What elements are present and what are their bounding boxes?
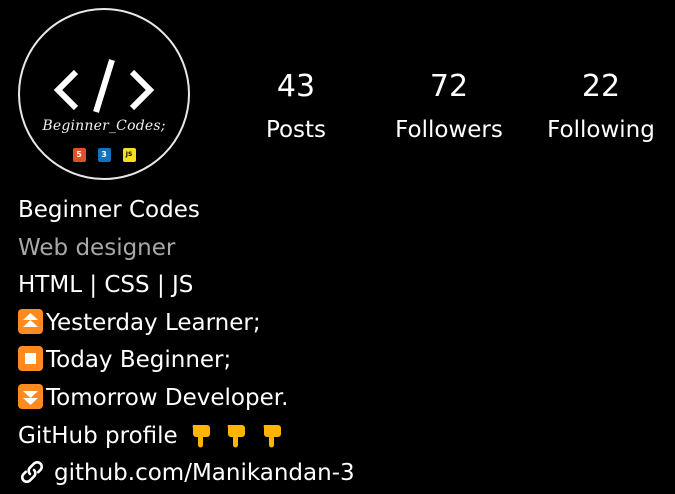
stop-icon <box>18 346 43 372</box>
profile-link-text: github.com/Manikandan-3 <box>54 460 355 487</box>
profile-bio: Beginner Codes Web designer HTML | CSS |… <box>18 192 355 493</box>
profile-name: Beginner Codes <box>18 197 200 223</box>
bio-line-today-text: Today Beginner; <box>46 347 232 374</box>
following-label: Following <box>547 117 655 143</box>
up-double-arrow-icon <box>18 308 43 334</box>
following-count: 22 <box>581 69 621 104</box>
profile-link[interactable]: github.com/Manikandan-3 <box>18 455 355 493</box>
link-icon <box>20 461 44 484</box>
posts-label: Posts <box>265 117 327 143</box>
down-double-arrow-icon <box>18 383 43 409</box>
pointing-down-hand-icon <box>227 424 246 448</box>
stat-followers[interactable]: 72 Followers <box>374 64 524 150</box>
bio-line-github: GitHub profile <box>18 418 355 456</box>
bio-line-tech: HTML | CSS | JS <box>18 272 194 299</box>
bio-line-yesterday-text: Yesterday Learner; <box>46 309 261 336</box>
profile-category: Web designer <box>18 234 176 261</box>
posts-count: 43 <box>276 69 316 104</box>
avatar-logo-text: Beginner_Codes; <box>42 118 166 134</box>
stat-following[interactable]: 22 Following <box>526 64 675 150</box>
tech-badges: 5 3 JS <box>20 148 188 162</box>
bio-line-tomorrow: Tomorrow Developer. <box>18 380 355 418</box>
followers-count: 72 <box>429 69 469 104</box>
pointing-down-hand-icon <box>263 424 281 448</box>
bio-line-github-text: GitHub profile <box>18 422 178 449</box>
bio-line-tomorrow-text: Tomorrow Developer. <box>46 384 289 411</box>
stat-posts[interactable]: 43 Posts <box>221 64 371 150</box>
javascript-icon: JS <box>122 148 136 162</box>
bio-line-yesterday: Yesterday Learner; <box>18 305 355 343</box>
css3-icon: 3 <box>97 148 111 162</box>
profile-avatar[interactable]: Beginner_Codes; 5 3 JS <box>18 8 190 180</box>
bio-line-today: Today Beginner; <box>18 342 355 380</box>
followers-label: Followers <box>395 117 503 143</box>
html5-icon: 5 <box>72 148 86 162</box>
pointing-down-hand-icon <box>192 424 210 448</box>
